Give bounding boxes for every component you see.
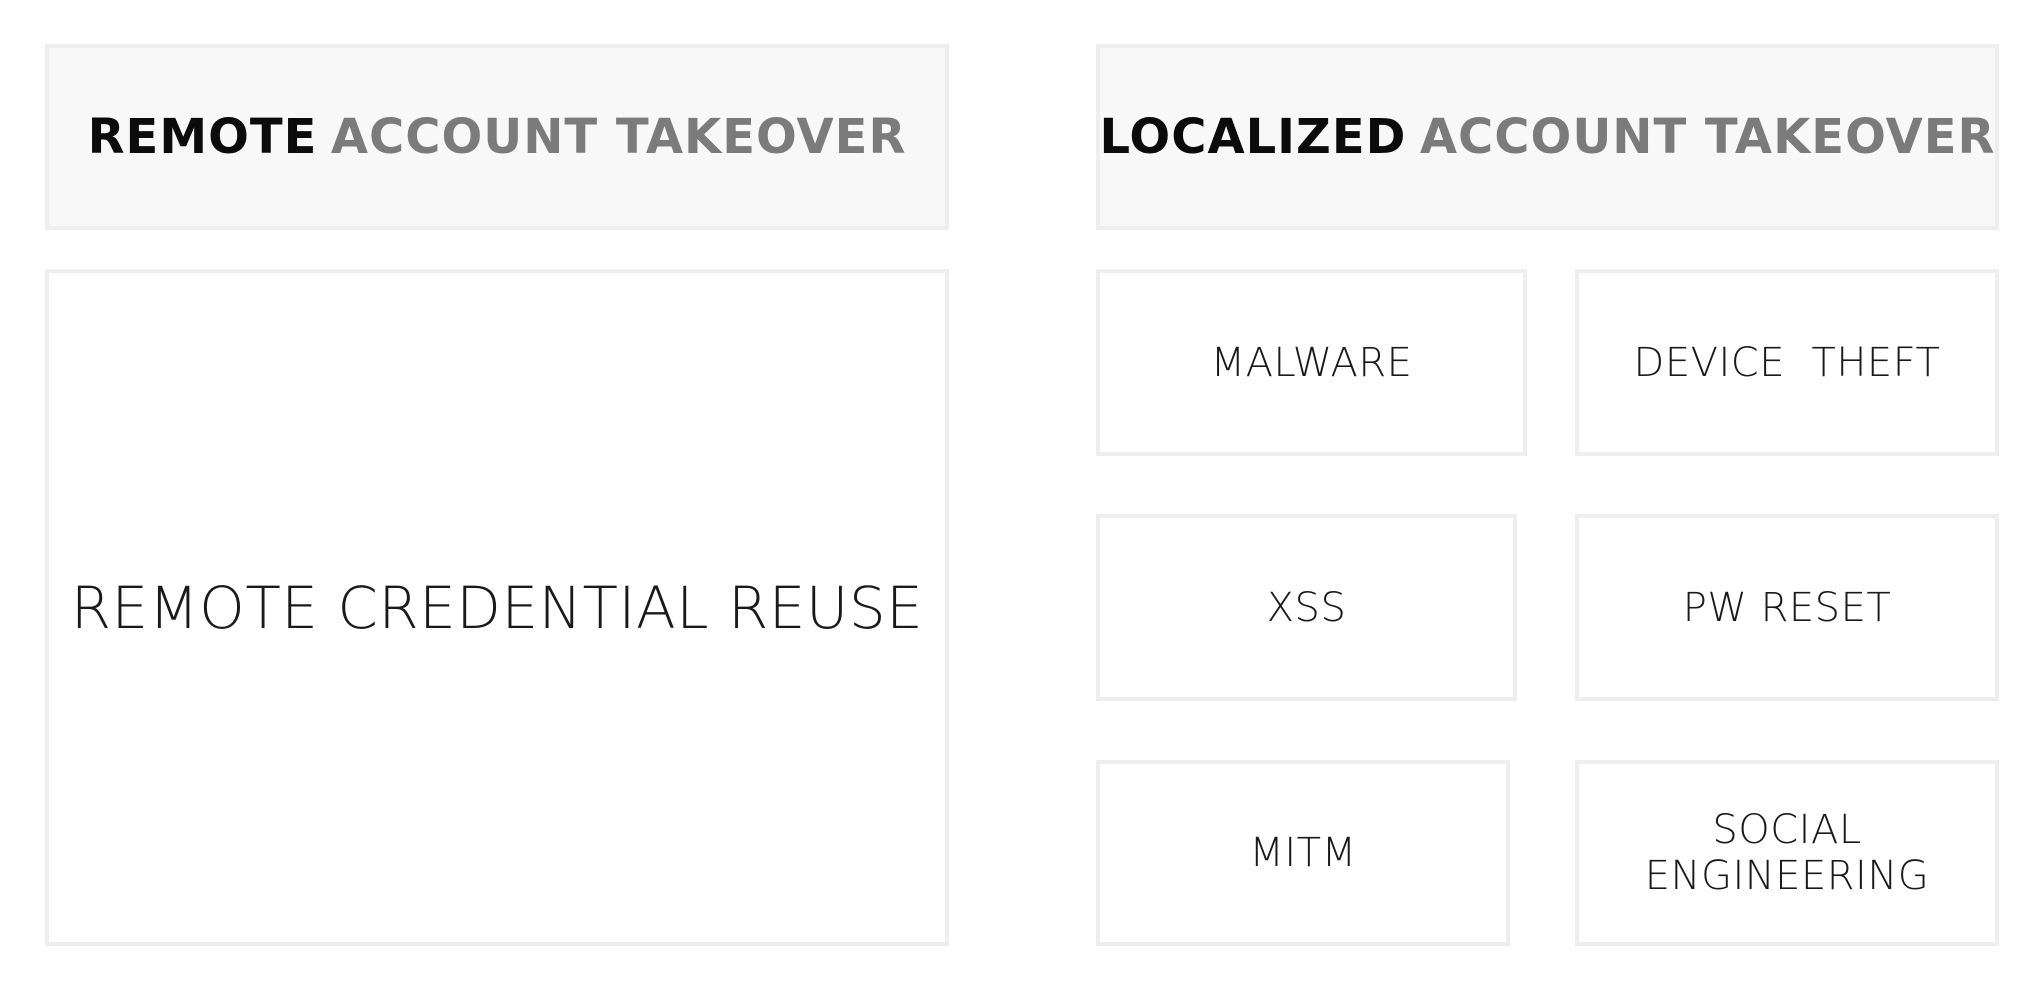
mitm-box: MITM xyxy=(1096,760,1510,946)
malware-label: MALWARE xyxy=(1210,339,1413,386)
localized-header-keyword: LOCALIZED xyxy=(1099,109,1407,165)
mitm-label: MITM xyxy=(1249,830,1357,876)
pw-reset-label: PW RESET xyxy=(1682,584,1892,631)
device-theft-label: DEVICE THEFT xyxy=(1633,339,1941,386)
remote-credential-reuse-box: REMOTE CREDENTIAL REUSE xyxy=(45,269,949,946)
attack-taxonomy-diagram: { "left_column": { "header_strong": "REM… xyxy=(0,0,2041,991)
pw-reset-box: PW RESET xyxy=(1575,514,1999,701)
xss-label: XSS xyxy=(1266,584,1347,631)
xss-box: XSS xyxy=(1096,514,1517,701)
malware-box: MALWARE xyxy=(1096,269,1527,456)
remote-account-takeover-header: REMOTE ACCOUNT TAKEOVER xyxy=(45,44,949,230)
social-engineering-box: SOCIAL ENGINEERING xyxy=(1575,760,1999,946)
remote-header-keyword: REMOTE xyxy=(87,109,318,165)
localized-header-suffix: ACCOUNT TAKEOVER xyxy=(1419,109,1996,165)
device-theft-box: DEVICE THEFT xyxy=(1575,269,1999,456)
social-engineering-line-2: ENGINEERING xyxy=(1644,853,1930,899)
remote-credential-reuse-label: REMOTE CREDENTIAL REUSE xyxy=(70,573,924,642)
remote-header-suffix: ACCOUNT TAKEOVER xyxy=(330,109,907,165)
social-engineering-line-1: SOCIAL xyxy=(1712,807,1862,853)
localized-account-takeover-header: LOCALIZED ACCOUNT TAKEOVER xyxy=(1096,44,1999,230)
social-engineering-label: SOCIAL ENGINEERING xyxy=(1645,807,1929,899)
